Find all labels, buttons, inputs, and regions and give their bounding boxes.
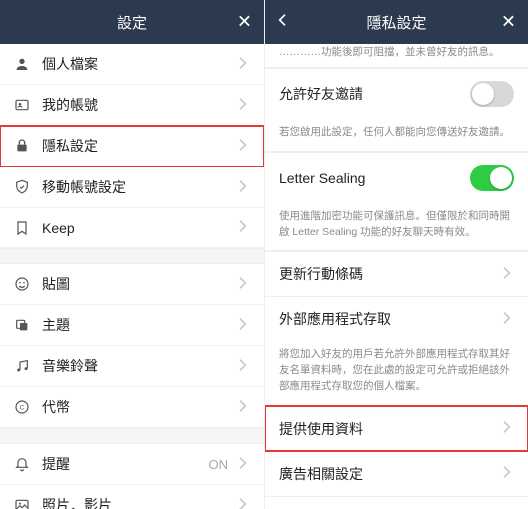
smile-icon [14,276,36,292]
settings-row-id[interactable]: 我的帳號 [0,85,264,126]
chevron-right-icon [234,96,250,115]
chevron-right-icon [498,419,514,438]
row-description: 將您加入好友的用戶若允許外部應用程式存取其好友名單資料時，您在此處的設定可允許或… [265,341,528,405]
chevron-right-icon [498,310,514,329]
chevron-right-icon [234,218,250,237]
row-label: 廣告相關設定 [279,464,498,484]
coin-icon: C [14,399,36,415]
svg-text:C: C [20,405,25,412]
chevron-right-icon [498,464,514,483]
row-label: 貼圖 [42,274,234,294]
photo-icon [14,497,36,509]
user-icon [14,56,36,72]
row-description: 若您啟用此設定，任何人都能向您傳送好友邀請。 [265,119,528,152]
row-label: 音樂鈴聲 [42,356,234,376]
shield-icon [14,179,36,195]
privacy-title: 隱私設定 [366,12,426,33]
chevron-right-icon [234,398,250,417]
privacy-row[interactable]: 更新行動條碼 [265,251,528,296]
privacy-list: …………功能後即可阻擋，並未曾好友的訊息。允許好友邀請若您啟用此設定，任何人都能… [265,44,528,509]
row-label: 隱私設定 [42,136,234,156]
settings-row-bell[interactable]: 提醒 ON [0,444,264,485]
settings-row-photo[interactable]: 照片．影片 [0,485,264,509]
id-icon [14,97,36,113]
row-label: 個人檔案 [42,54,234,74]
privacy-panel: 隱私設定 ✕ …………功能後即可阻擋，並未曾好友的訊息。允許好友邀請若您啟用此設… [264,0,528,509]
toggle-switch[interactable] [470,165,514,191]
row-label: 提供使用資料 [279,419,498,439]
theme-icon [14,317,36,333]
privacy-row[interactable]: 提供用於 OCR 功能的照片 [265,496,528,509]
close-icon[interactable]: ✕ [501,12,516,33]
close-icon[interactable]: ✕ [237,12,252,33]
row-label: Keep [42,220,234,236]
row-label: 主題 [42,315,234,335]
chevron-right-icon [234,316,250,335]
row-label: 提醒 [42,454,209,474]
chevron-right-icon [234,275,250,294]
row-label: 照片．影片 [42,495,234,509]
bell-icon [14,456,36,472]
chevron-right-icon [234,55,250,74]
row-value: ON [209,457,229,472]
row-label: Letter Sealing [279,170,470,186]
chevron-right-icon [498,265,514,284]
row-label: 更新行動條碼 [279,264,498,284]
settings-row-shield[interactable]: 移動帳號設定 [0,167,264,208]
settings-row-user[interactable]: 個人檔案 [0,44,264,85]
privacy-row[interactable]: 提供使用資料 [265,406,528,451]
music-icon [14,358,36,374]
privacy-row[interactable]: Letter Sealing [265,152,528,203]
chevron-right-icon [234,137,250,156]
settings-header: 設定 ✕ [0,0,264,44]
chevron-right-icon [234,496,250,509]
privacy-header: 隱私設定 ✕ [265,0,528,44]
settings-title: 設定 [117,12,147,33]
settings-row-theme[interactable]: 主題 [0,305,264,346]
settings-row-bookmark[interactable]: Keep [0,208,264,248]
truncated-text: …………功能後即可阻擋，並未曾好友的訊息。 [265,44,528,68]
privacy-row[interactable]: 外部應用程式存取 [265,296,528,341]
lock-icon [14,138,36,154]
settings-row-coin[interactable]: C 代幣 [0,387,264,428]
toggle-switch[interactable] [470,81,514,107]
privacy-row[interactable]: 允許好友邀請 [265,68,528,119]
row-description: 使用進階加密功能可保護訊息。但僅限於和同時開啟 Letter Sealing 功… [265,203,528,252]
settings-row-lock[interactable]: 隱私設定 [0,126,264,167]
row-label: 我的帳號 [42,95,234,115]
back-icon[interactable] [275,12,291,32]
settings-list: 個人檔案 我的帳號 隱私設定 移動帳號設定 Keep 貼圖 主題 音樂鈴聲 C … [0,44,264,509]
settings-panel: 設定 ✕ 個人檔案 我的帳號 隱私設定 移動帳號設定 Keep 貼圖 主題 音樂… [0,0,264,509]
settings-row-music[interactable]: 音樂鈴聲 [0,346,264,387]
settings-row-smile[interactable]: 貼圖 [0,264,264,305]
chevron-right-icon [234,178,250,197]
row-label: 允許好友邀請 [279,84,470,104]
row-label: 外部應用程式存取 [279,309,498,329]
chevron-right-icon [234,357,250,376]
chevron-right-icon [234,455,250,474]
bookmark-icon [14,220,36,236]
row-label: 代幣 [42,397,234,417]
privacy-row[interactable]: 廣告相關設定 [265,451,528,496]
row-label: 移動帳號設定 [42,177,234,197]
